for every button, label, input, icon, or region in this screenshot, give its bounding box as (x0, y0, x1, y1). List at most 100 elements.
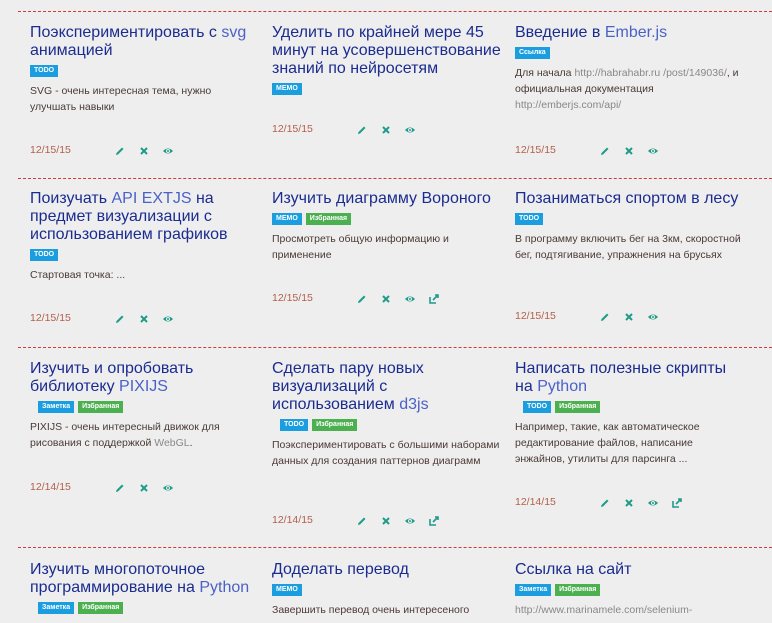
note-description: http://www.marinamele.com/selenium- (515, 602, 745, 618)
close-icon[interactable] (138, 482, 150, 494)
note-footer: 12/14/15 (30, 481, 260, 495)
eye-icon[interactable] (404, 124, 416, 136)
pencil-icon[interactable] (356, 515, 368, 527)
pencil-icon[interactable] (599, 311, 611, 323)
tag-memo[interactable]: MEMO (272, 213, 302, 225)
note-actions (599, 311, 671, 329)
note-date: 12/15/15 (30, 312, 71, 324)
note-description: PIXIJS - очень интересный движок для рис… (30, 421, 220, 449)
tag-todo[interactable]: TODO (30, 65, 59, 77)
note-description: Завершить перевод очень интересеного (272, 604, 470, 616)
note-card[interactable]: Поизучать API EXTJS на предмет визуализа… (30, 190, 260, 340)
tag-todo[interactable]: TODO (515, 213, 544, 225)
note-card[interactable]: Доделать перевод MEMO Завершить перевод … (272, 561, 502, 618)
note-title[interactable]: Изучить и опробовать библиотеку PIXIJS (30, 360, 260, 396)
note-card[interactable]: Изучить многопоточное программирование н… (30, 561, 260, 614)
close-icon[interactable] (380, 124, 392, 136)
note-title[interactable]: Сделать пару новых визуализаций с исполь… (272, 360, 502, 414)
tag-note[interactable]: Заметка (515, 584, 552, 596)
tag-note[interactable]: Заметка (38, 401, 75, 413)
note-title[interactable]: Уделить по крайней мере 45 минут на усов… (272, 24, 502, 78)
row-separator (18, 347, 772, 348)
close-icon[interactable] (138, 313, 150, 325)
eye-icon[interactable] (404, 293, 416, 305)
pencil-icon[interactable] (356, 124, 368, 136)
share-icon[interactable] (671, 497, 683, 509)
note-title[interactable]: Доделать перевод (272, 561, 502, 579)
tag-todo[interactable]: TODO (523, 401, 552, 413)
tag-memo[interactable]: MEMO (272, 584, 302, 596)
note-card[interactable]: Уделить по крайней мере 45 минут на усов… (272, 24, 502, 172)
note-actions (599, 497, 695, 515)
pencil-icon[interactable] (599, 145, 611, 157)
note-title[interactable]: Поизучать API EXTJS на предмет визуализа… (30, 190, 260, 244)
eye-icon[interactable] (647, 145, 659, 157)
note-tags: Ссылка (515, 47, 745, 59)
eye-icon[interactable] (162, 145, 174, 157)
note-tags: TODO (30, 249, 260, 261)
note-link[interactable]: http://www.marinamele.com/selenium- (515, 604, 692, 616)
eye-icon[interactable] (162, 482, 174, 494)
tag-todo[interactable]: TODO (30, 249, 59, 261)
note-card[interactable]: Сделать пару новых визуализаций с исполь… (272, 360, 502, 540)
note-card[interactable]: Поэкспериментировать с svg анимацией TOD… (30, 24, 260, 172)
note-date: 12/14/15 (272, 514, 313, 526)
note-card[interactable]: Позаниматься спортом в лесу TODO В прогр… (515, 190, 745, 340)
note-link[interactable]: http://emberjs.com/api/ (515, 99, 621, 111)
tag-favorite[interactable]: Избранная (78, 602, 124, 614)
eye-icon[interactable] (404, 515, 416, 527)
note-date: 12/15/15 (515, 310, 556, 322)
note-title[interactable]: Написать полезные скрипты на Python (515, 360, 745, 396)
tag-favorite[interactable]: Избранная (78, 401, 124, 413)
note-tags: MEMO Избранная (272, 213, 502, 225)
notes-grid: Поэкспериментировать с svg анимацией TOD… (0, 0, 772, 623)
share-icon[interactable] (428, 515, 440, 527)
close-icon[interactable] (380, 293, 392, 305)
note-title[interactable]: Изучить диаграмму Вороного (272, 190, 502, 208)
pencil-icon[interactable] (114, 145, 126, 157)
tag-favorite[interactable]: Избранная (305, 213, 352, 225)
note-description: Поэкспериментировать с большими наборами… (272, 439, 500, 467)
pencil-icon[interactable] (356, 293, 368, 305)
note-date: 12/15/15 (272, 123, 313, 135)
tag-favorite[interactable]: Избранная (555, 401, 601, 413)
note-title[interactable]: Введение в Ember.js (515, 24, 745, 42)
close-icon[interactable] (138, 145, 150, 157)
note-description: Например, такие, как автоматическое реда… (515, 421, 700, 465)
note-footer: 12/14/15 (272, 514, 502, 528)
tag-memo[interactable]: MEMO (272, 83, 302, 95)
note-tags: TODO (515, 213, 745, 225)
note-date: 12/15/15 (272, 292, 313, 304)
note-card[interactable]: Изучить диаграмму Вороного MEMO Избранная… (272, 190, 502, 340)
note-card[interactable]: Ссылка на сайт Заметка Избранная http://w… (515, 561, 745, 618)
note-title[interactable]: Позаниматься спортом в лесу (515, 190, 745, 208)
note-actions (114, 482, 186, 500)
share-icon[interactable] (428, 293, 440, 305)
pencil-icon[interactable] (114, 482, 126, 494)
note-title[interactable]: Ссылка на сайт (515, 561, 745, 579)
close-icon[interactable] (380, 515, 392, 527)
note-title[interactable]: Поэкспериментировать с svg анимацией (30, 24, 260, 60)
note-date: 12/15/15 (30, 144, 71, 156)
tag-todo[interactable]: TODO (280, 419, 309, 431)
note-tags: Заметка Избранная (30, 602, 260, 614)
close-icon[interactable] (623, 497, 635, 509)
eye-icon[interactable] (647, 497, 659, 509)
eye-icon[interactable] (647, 311, 659, 323)
note-link[interactable]: http://habrahabr.ru /post/149036/ (574, 67, 726, 79)
note-tags: Заметка Избранная (30, 401, 260, 413)
tag-favorite[interactable]: Избранная (555, 584, 601, 596)
note-card[interactable]: Написать полезные скрипты на Python TODO… (515, 360, 745, 540)
close-icon[interactable] (623, 311, 635, 323)
tag-note[interactable]: Заметка (38, 602, 75, 614)
pencil-icon[interactable] (114, 313, 126, 325)
eye-icon[interactable] (162, 313, 174, 325)
tag-link[interactable]: Ссылка (515, 47, 550, 59)
note-card[interactable]: Введение в Ember.js Ссылка Для начала ht… (515, 24, 745, 172)
note-title[interactable]: Изучить многопоточное программирование н… (30, 561, 260, 597)
close-icon[interactable] (623, 145, 635, 157)
note-description: Просмотреть общую информацию и применени… (272, 233, 449, 261)
note-card[interactable]: Изучить и опробовать библиотеку PIXIJS З… (30, 360, 260, 540)
pencil-icon[interactable] (599, 497, 611, 509)
tag-favorite[interactable]: Избранная (312, 419, 358, 431)
